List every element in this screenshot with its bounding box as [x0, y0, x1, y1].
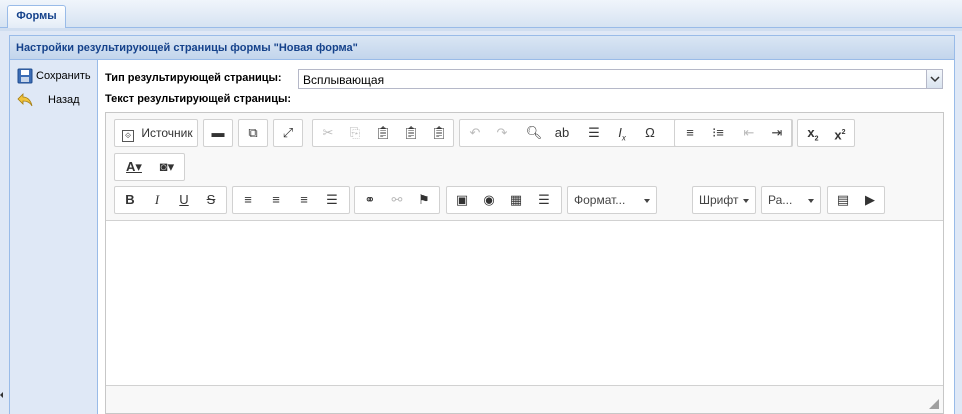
- source-icon: ⟐: [122, 130, 134, 142]
- script-group: x2 x2: [797, 119, 855, 147]
- superscript-icon[interactable]: x2: [828, 123, 852, 143]
- chevron-down-icon: [743, 199, 749, 203]
- back-label: Назад: [48, 94, 80, 106]
- copy-icon[interactable]: ⎘: [343, 123, 367, 143]
- cut-icon[interactable]: ✂: [316, 123, 340, 143]
- preview-group: ⧉: [238, 119, 268, 147]
- special-char-icon[interactable]: Ω: [638, 123, 662, 143]
- save-button[interactable]: Сохранить: [16, 66, 96, 86]
- unlink-icon[interactable]: ⚯: [385, 190, 409, 210]
- tab-strip: Формы: [0, 0, 962, 28]
- image-icon[interactable]: ▣: [450, 190, 474, 210]
- text-color-icon[interactable]: A▾: [118, 157, 150, 177]
- italic-icon[interactable]: I: [145, 190, 169, 210]
- font-label: Шрифт: [699, 193, 739, 207]
- strikethrough-icon[interactable]: S: [199, 190, 223, 210]
- background-color-icon[interactable]: ◙▾: [151, 157, 183, 177]
- align-center-icon[interactable]: ≡: [264, 190, 288, 210]
- editor-toolbar: ⟐ Источник ▬ ⧉ ⤢ ✂ ⎘ 📋︎ 📋︎ 📋︎ ↶ ↷ 🔍︎ ab …: [106, 113, 943, 221]
- font-dropdown[interactable]: Шрифт: [692, 186, 756, 214]
- align-left-icon[interactable]: ≡: [236, 190, 260, 210]
- anchor-flag-icon[interactable]: ⚑: [412, 190, 436, 210]
- justify-icon[interactable]: ☰: [320, 190, 344, 210]
- maximize-group: ⤢: [273, 119, 303, 147]
- chevron-down-icon: [644, 199, 650, 203]
- maximize-icon[interactable]: ⤢: [276, 123, 300, 143]
- resize-handle-icon[interactable]: [929, 399, 939, 409]
- indent-icon[interactable]: ⇥: [765, 123, 789, 143]
- comment-group: ▬: [203, 119, 233, 147]
- paste-icon[interactable]: 📋︎: [371, 123, 395, 143]
- result-type-label: Тип результирующей страницы:: [105, 72, 282, 84]
- result-page-settings-panel: Настройки результирующей страницы формы …: [9, 35, 955, 414]
- result-text-label: Текст результирующей страницы:: [105, 93, 292, 105]
- link-group: ⚭ ⚯ ⚑: [354, 186, 440, 214]
- select-all-icon[interactable]: ☰: [582, 123, 606, 143]
- align-group: ≡ ≡ ≡ ☰: [232, 186, 350, 214]
- tab-forms[interactable]: Формы: [7, 5, 66, 28]
- external-link-icon[interactable]: ⧉: [241, 123, 265, 143]
- save-label: Сохранить: [36, 70, 91, 82]
- clipboard-group: ✂ ⎘ 📋︎ 📋︎ 📋︎: [312, 119, 454, 147]
- replace-icon[interactable]: ab: [550, 123, 574, 143]
- editor-content-area[interactable]: [106, 221, 943, 385]
- remove-format-icon[interactable]: Ix: [610, 123, 634, 143]
- clapperboard-icon[interactable]: ▶: [858, 190, 882, 210]
- chevron-down-icon[interactable]: [926, 70, 942, 88]
- list-group: ≡ ⁝≡ ⇤ ⇥: [674, 119, 792, 147]
- find-icon[interactable]: 🔍︎: [522, 123, 546, 143]
- rich-text-editor: ⟐ Источник ▬ ⧉ ⤢ ✂ ⎘ 📋︎ 📋︎ 📋︎ ↶ ↷ 🔍︎ ab …: [105, 112, 944, 414]
- source-button[interactable]: ⟐ Источник: [118, 123, 196, 143]
- collapse-arrow-icon[interactable]: [0, 392, 3, 398]
- panel-title: Настройки результирующей страницы формы …: [10, 36, 954, 60]
- redo-icon[interactable]: ↷: [490, 123, 514, 143]
- floppy-disk-icon: [17, 68, 33, 84]
- format-dropdown[interactable]: Формат...: [567, 186, 657, 214]
- media-group: ▤ ▶: [827, 186, 885, 214]
- chevron-down-icon: [808, 199, 814, 203]
- bold-icon[interactable]: B: [118, 190, 142, 210]
- sidebar: Сохранить Назад: [10, 60, 98, 414]
- comment-icon[interactable]: ▬: [206, 123, 230, 143]
- outdent-icon[interactable]: ⇤: [737, 123, 761, 143]
- size-label: Ра...: [768, 193, 793, 207]
- source-group: ⟐ Источник: [114, 119, 198, 147]
- back-arrow-icon: [17, 92, 33, 108]
- numbered-list-icon[interactable]: ≡: [678, 123, 702, 143]
- basic-style-group: B I U S: [114, 186, 227, 214]
- paste-text-icon[interactable]: 📋︎: [399, 123, 423, 143]
- undo-icon[interactable]: ↶: [463, 123, 487, 143]
- link-icon[interactable]: ⚭: [358, 190, 382, 210]
- result-type-value: Всплывающая: [303, 73, 385, 87]
- flash-icon[interactable]: ◉: [477, 190, 501, 210]
- align-right-icon[interactable]: ≡: [292, 190, 316, 210]
- back-button[interactable]: Назад: [16, 90, 96, 110]
- paste-word-icon[interactable]: 📋︎: [427, 123, 451, 143]
- form-content: Тип результирующей страницы: Всплывающая…: [98, 60, 954, 414]
- underline-icon[interactable]: U: [172, 190, 196, 210]
- subscript-icon[interactable]: x2: [801, 123, 825, 143]
- table-icon[interactable]: ▦: [504, 190, 528, 210]
- editor-status-bar: [106, 385, 943, 413]
- horizontal-rule-icon[interactable]: ☰: [532, 190, 556, 210]
- bulleted-list-icon[interactable]: ⁝≡: [706, 123, 730, 143]
- insert-group: ▣ ◉ ▦ ☰: [446, 186, 562, 214]
- color-group: A▾ ◙▾: [114, 153, 185, 181]
- format-label: Формат...: [574, 193, 626, 207]
- result-type-combo[interactable]: Всплывающая: [298, 69, 943, 89]
- source-label: Источник: [141, 126, 193, 140]
- size-dropdown[interactable]: Ра...: [761, 186, 821, 214]
- video-icon[interactable]: ▤: [831, 190, 855, 210]
